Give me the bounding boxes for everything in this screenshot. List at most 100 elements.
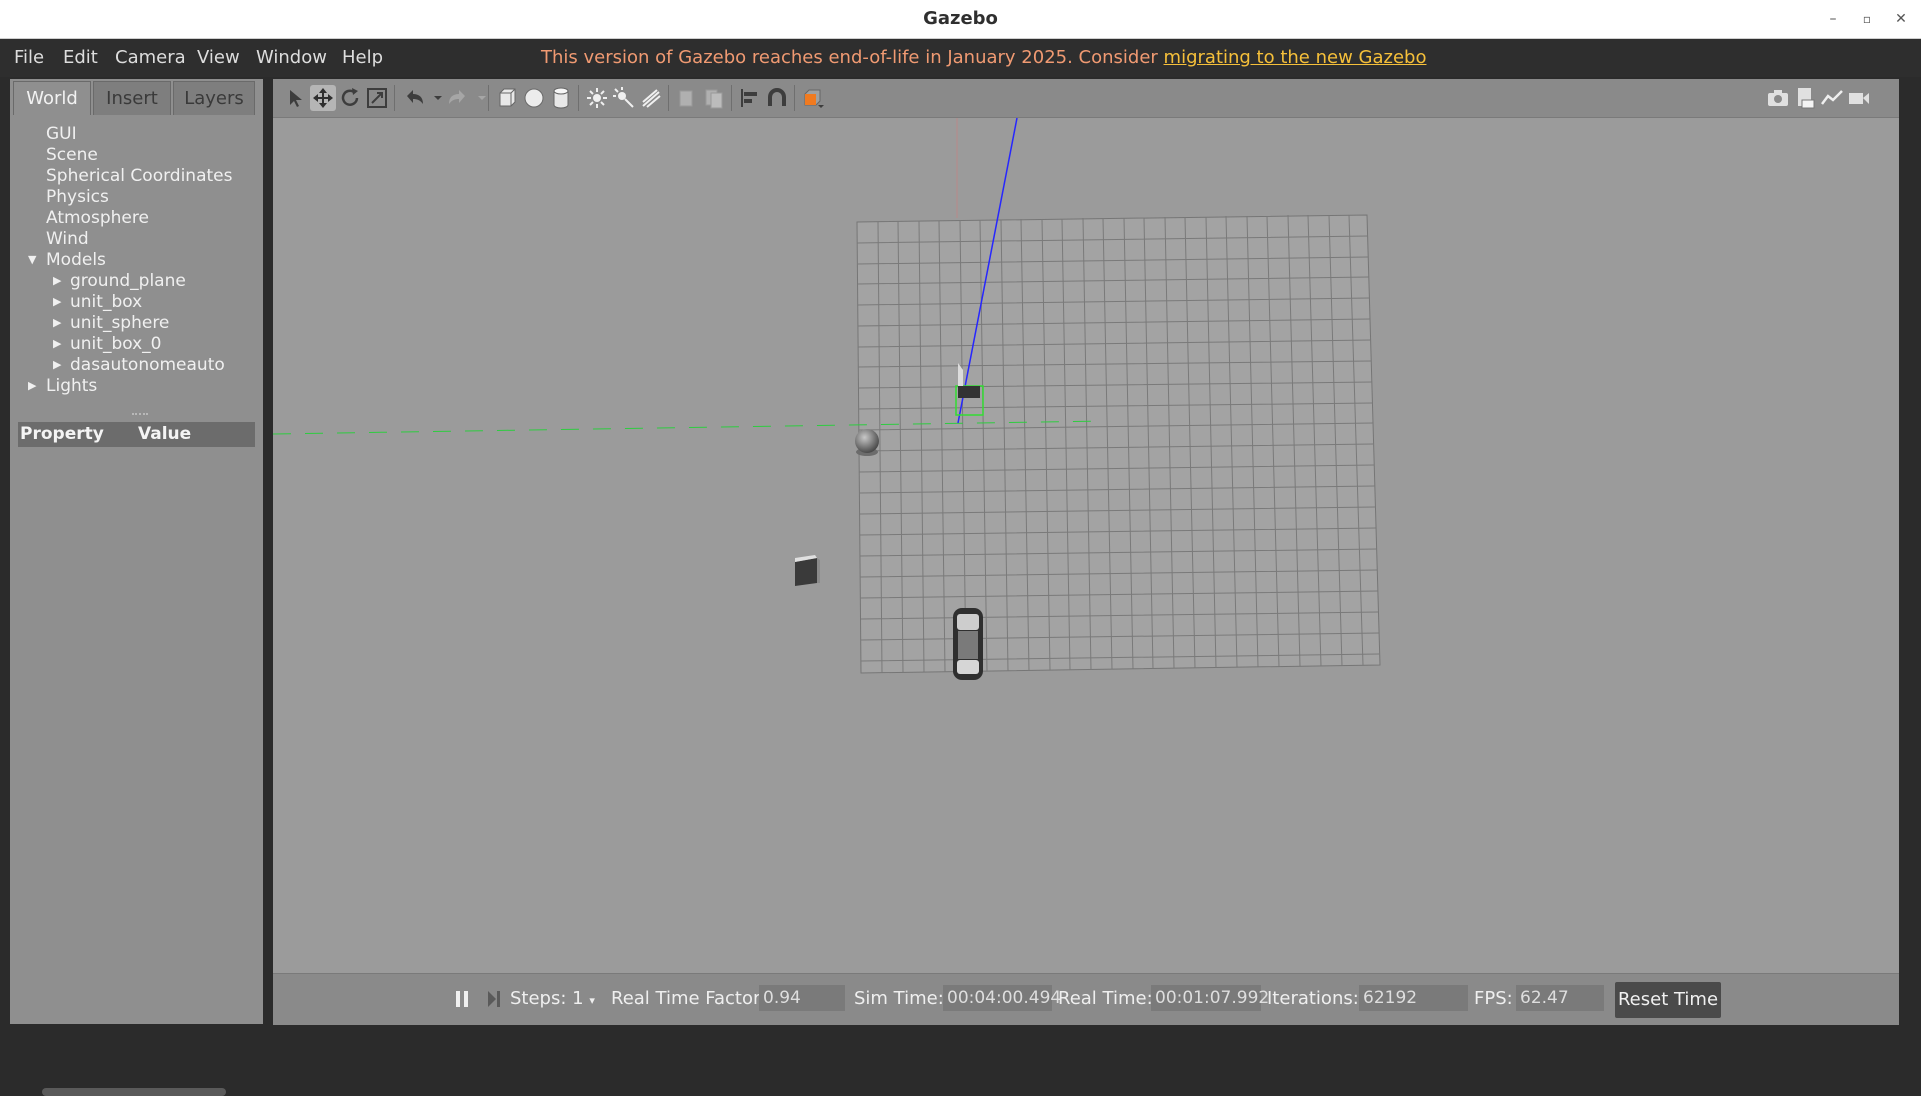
align-icon[interactable] <box>737 85 763 111</box>
unit-box-0[interactable] <box>795 555 820 586</box>
screenshot-icon[interactable] <box>1765 85 1791 111</box>
tab-world[interactable]: World <box>13 81 91 115</box>
rtf-label: Real Time Factor: <box>611 988 767 1009</box>
dasautonomeauto-car[interactable] <box>953 608 983 680</box>
copy-icon[interactable] <box>674 85 700 111</box>
snap-icon[interactable] <box>764 85 790 111</box>
steps-dropdown[interactable]: Steps: 1 ▾ <box>510 988 595 1012</box>
toolbar-separator <box>578 85 579 111</box>
sim-time-value: 00:04:00.494 <box>943 985 1061 1011</box>
tree-item-models[interactable]: Models <box>46 250 106 270</box>
horizontal-scrollbar[interactable] <box>42 1088 226 1096</box>
select-arrow-icon[interactable] <box>283 85 309 111</box>
view-angle-icon[interactable] <box>800 85 826 111</box>
video-record-icon[interactable] <box>1846 85 1872 111</box>
expand-down-icon[interactable]: ▼ <box>28 250 36 270</box>
tree-item-model[interactable]: ground_plane <box>70 271 186 291</box>
toolbar-separator <box>731 85 732 111</box>
eol-notice: This version of Gazebo reaches end-of-li… <box>541 45 1426 71</box>
sim-time-label: Sim Time: <box>854 988 944 1009</box>
expand-right-icon[interactable]: ▶ <box>53 334 61 354</box>
eol-notice-text: This version of Gazebo reaches end-of-li… <box>541 47 1164 68</box>
restore-icon[interactable]: ▫ <box>1856 8 1878 30</box>
log-icon[interactable] <box>1792 85 1818 111</box>
status-bar: Steps: 1 ▾ Real Time Factor: 0.94 Sim Ti… <box>273 973 1899 1025</box>
translate-icon[interactable] <box>310 85 336 111</box>
redo-icon[interactable] <box>445 85 471 111</box>
migration-link[interactable]: migrating to the new Gazebo <box>1164 47 1427 68</box>
directional-light-icon[interactable] <box>638 85 664 111</box>
menu-window[interactable]: Window <box>256 45 327 71</box>
minimize-icon[interactable]: – <box>1822 8 1844 30</box>
3d-scene[interactable] <box>273 118 1899 973</box>
viewport-toolbar <box>273 79 1899 118</box>
undo-history-icon[interactable] <box>425 85 442 111</box>
toolbar-separator <box>488 85 489 111</box>
tree-item-spherical-coordinates[interactable]: Spherical Coordinates <box>46 166 232 186</box>
title-bar: Gazebo – ▫ ✕ <box>0 0 1921 39</box>
scale-icon[interactable] <box>364 85 390 111</box>
tree-item-model[interactable]: unit_box_0 <box>70 334 161 354</box>
tree-item-physics[interactable]: Physics <box>46 187 109 207</box>
tree-item-model[interactable]: unit_box <box>70 292 142 312</box>
property-table-header: Property Value <box>18 422 255 447</box>
tree-item-wind[interactable]: Wind <box>46 229 89 249</box>
menu-camera[interactable]: Camera <box>115 45 186 71</box>
real-time-label: Real Time: <box>1058 988 1153 1009</box>
menu-bar: File Edit Camera View Window Help This v… <box>0 39 1921 77</box>
expand-right-icon[interactable]: ▶ <box>53 292 61 312</box>
toolbar-separator <box>794 85 795 111</box>
ground-plane-grid <box>856 214 1381 674</box>
tree-item-atmosphere[interactable]: Atmosphere <box>46 208 149 228</box>
world-tree: GUI Scene Spherical Coordinates Physics … <box>20 115 263 408</box>
unit-sphere[interactable] <box>855 429 879 456</box>
expand-right-icon[interactable]: ▶ <box>53 313 61 333</box>
tree-item-lights[interactable]: Lights <box>46 376 97 396</box>
close-icon[interactable]: ✕ <box>1890 8 1912 30</box>
splitter-handle[interactable] <box>132 413 148 418</box>
tree-item-scene[interactable]: Scene <box>46 145 98 165</box>
menu-edit[interactable]: Edit <box>63 45 98 71</box>
tab-insert[interactable]: Insert <box>93 81 171 115</box>
menu-file[interactable]: File <box>14 45 44 71</box>
fps-label: FPS: <box>1474 988 1513 1009</box>
box-icon[interactable] <box>494 85 520 111</box>
rtf-value: 0.94 <box>759 985 845 1011</box>
dropdown-arrow-icon: ▾ <box>589 994 595 1007</box>
cylinder-icon[interactable] <box>548 85 574 111</box>
panel-tabs: World Insert Layers <box>13 81 263 115</box>
reset-time-button[interactable]: Reset Time <box>1615 982 1721 1018</box>
iterations-value: 62192 <box>1359 985 1468 1011</box>
undo-icon[interactable] <box>401 85 427 111</box>
toolbar-separator <box>668 85 669 111</box>
tree-item-gui[interactable]: GUI <box>46 124 77 144</box>
pause-icon[interactable] <box>454 990 470 1008</box>
property-column-header: Property <box>20 424 104 444</box>
menu-help[interactable]: Help <box>342 45 383 71</box>
sphere-icon[interactable] <box>521 85 547 111</box>
iterations-label: Iterations: <box>1267 988 1359 1009</box>
point-light-icon[interactable] <box>584 85 610 111</box>
scene-render <box>273 118 1381 680</box>
toolbar-separator <box>394 85 395 111</box>
rotate-icon[interactable] <box>337 85 363 111</box>
paste-icon[interactable] <box>701 85 727 111</box>
real-time-value: 00:01:07.992 <box>1151 985 1269 1011</box>
value-column-header: Value <box>138 424 192 444</box>
redo-history-icon[interactable] <box>469 85 486 111</box>
left-panel: World Insert Layers GUI Scene Spherical … <box>10 79 263 1096</box>
step-forward-icon[interactable] <box>486 990 502 1008</box>
expand-right-icon[interactable]: ▶ <box>53 355 61 375</box>
tree-item-model[interactable]: unit_sphere <box>70 313 169 333</box>
window-title: Gazebo <box>923 8 998 29</box>
plot-icon[interactable] <box>1819 85 1845 111</box>
menu-view[interactable]: View <box>197 45 240 71</box>
tree-item-model[interactable]: dasautonomeauto <box>70 355 225 375</box>
expand-right-icon[interactable]: ▶ <box>53 271 61 291</box>
spot-light-icon[interactable] <box>611 85 637 111</box>
fps-value: 62.47 <box>1516 985 1604 1011</box>
steps-label: Steps: 1 <box>510 988 584 1009</box>
tab-layers[interactable]: Layers <box>173 81 255 115</box>
expand-right-icon[interactable]: ▶ <box>28 376 36 396</box>
3d-viewport: Steps: 1 ▾ Real Time Factor: 0.94 Sim Ti… <box>273 79 1899 1025</box>
